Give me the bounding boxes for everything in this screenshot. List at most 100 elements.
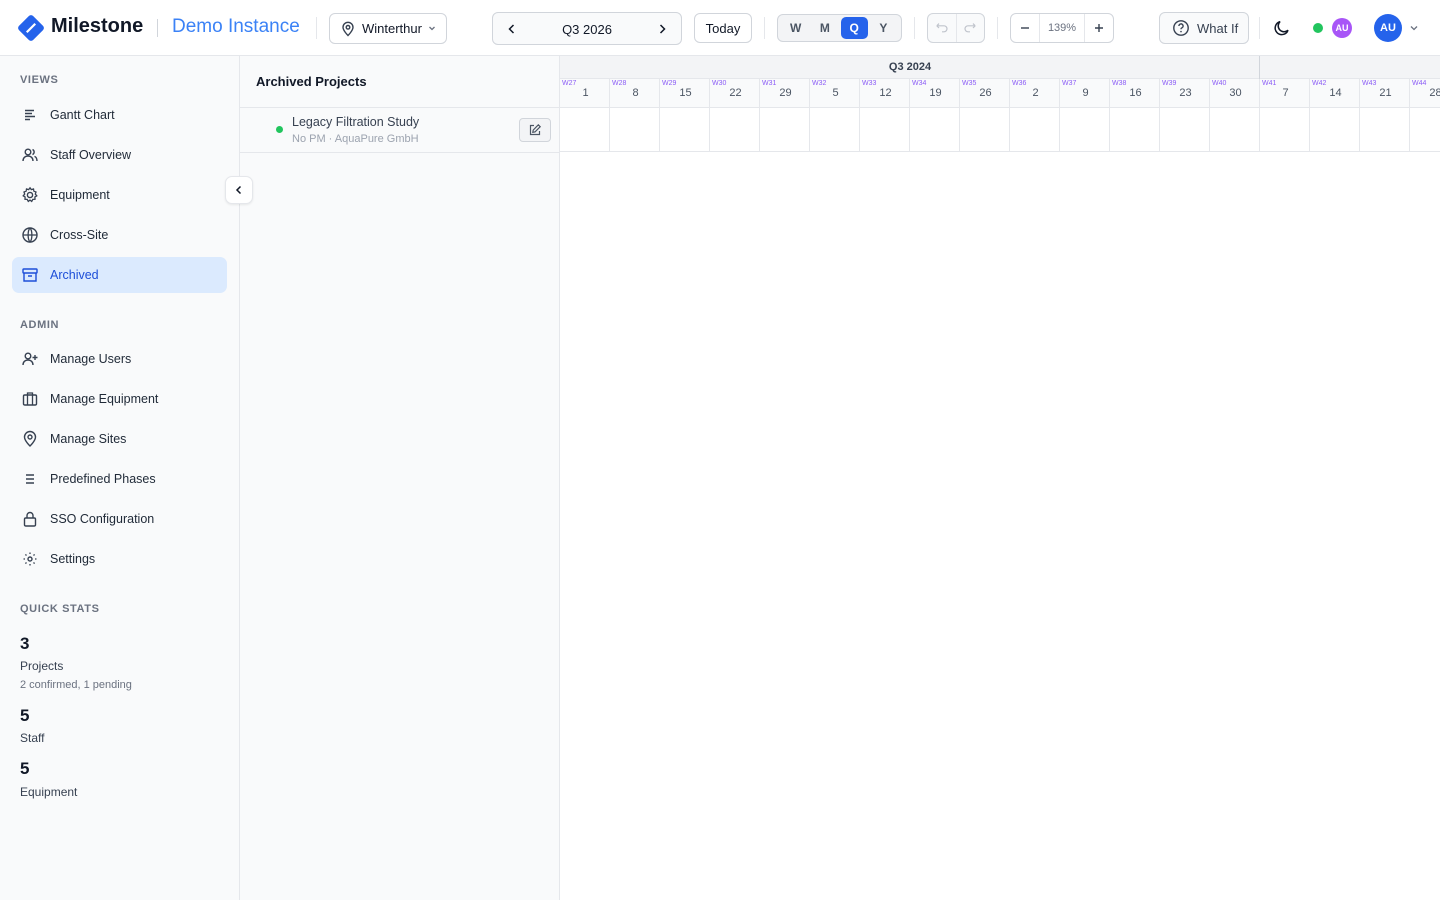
week-start-day: 19	[929, 87, 942, 99]
scale-month-button[interactable]: M	[811, 17, 838, 39]
user-avatar[interactable]: AU	[1374, 14, 1402, 42]
timeline-row	[560, 108, 1440, 152]
stat-equipment-value: 5	[20, 759, 30, 778]
sidebar-item-label: Staff Overview	[50, 148, 132, 162]
project-list-panel: Archived Projects Legacy Filtration Stud…	[240, 56, 560, 900]
toolbar-divider	[914, 17, 915, 39]
week-start-day: 2	[1032, 87, 1039, 99]
sidebar-item-label: Cross-Site	[50, 228, 109, 242]
what-if-button[interactable]: What If	[1159, 12, 1249, 44]
milestone-logo-icon	[18, 15, 44, 41]
sidebar-item-staff-overview[interactable]: Staff Overview	[12, 137, 227, 173]
timeline-cell[interactable]	[1410, 108, 1440, 152]
timeline-cell[interactable]	[1310, 108, 1360, 152]
sidebar-item-label: SSO Configuration	[50, 512, 155, 526]
week-start-day: 7	[1282, 87, 1289, 99]
map-pin-icon	[20, 429, 40, 449]
sidebar-item-archived[interactable]: Archived	[12, 257, 227, 293]
sidebar-item-label: Manage Users	[50, 352, 132, 366]
week-number: W36	[1012, 80, 1027, 87]
week-start-day: 1	[582, 87, 589, 99]
admin-section-title: ADMIN	[20, 319, 60, 331]
help-circle-icon	[1173, 20, 1189, 36]
scale-week-button[interactable]: W	[782, 17, 809, 39]
week-start-day: 9	[1082, 87, 1089, 99]
week-start-day: 30	[1229, 87, 1242, 99]
timeline-cell[interactable]	[610, 108, 660, 152]
scale-quarter-button[interactable]: Q	[840, 17, 868, 39]
timeline-cell[interactable]	[710, 108, 760, 152]
sidebar: VIEWS Gantt Chart Staff Overview Equipme…	[0, 56, 240, 900]
timeline-cell[interactable]	[1210, 108, 1260, 152]
period-navigator: Q3 2026	[492, 12, 682, 45]
timeline-cell[interactable]	[1110, 108, 1160, 152]
dark-mode-toggle-icon[interactable]	[1272, 18, 1292, 38]
brand-name: Milestone	[51, 15, 144, 37]
timeline-cell[interactable]	[760, 108, 810, 152]
redo-button[interactable]	[955, 14, 984, 42]
week-start-day: 22	[729, 87, 742, 99]
sidebar-item-gantt-chart[interactable]: Gantt Chart	[12, 97, 227, 133]
project-name: Legacy Filtration Study	[292, 115, 420, 129]
timeline-cell[interactable]	[1010, 108, 1060, 152]
timeline-cell[interactable]	[910, 108, 960, 152]
week-number: W32	[812, 80, 827, 87]
sidebar-item-predefined-phases[interactable]: Predefined Phases	[12, 461, 227, 497]
sidebar-item-cross-site[interactable]: Cross-Site	[12, 217, 227, 253]
scale-year-button[interactable]: Y	[870, 17, 897, 39]
sidebar-item-sso-configuration[interactable]: SSO Configuration	[12, 501, 227, 537]
timeline-cell[interactable]	[1260, 108, 1310, 152]
week-header: W27 1 W28 8 W29 15 W30 22 W31 29 W32 5 W33 12 W34 19 W35…	[560, 79, 1440, 108]
site-select[interactable]: Winterthur	[329, 13, 447, 44]
undo-button[interactable]	[928, 14, 956, 42]
user-menu-chevron-icon[interactable]	[1408, 22, 1420, 34]
timeline-cell[interactable]	[1160, 108, 1210, 152]
sidebar-item-manage-sites[interactable]: Manage Sites	[12, 421, 227, 457]
timeline-cell[interactable]	[860, 108, 910, 152]
next-period-button[interactable]	[655, 22, 669, 36]
brand-divider	[157, 19, 158, 37]
sidebar-item-label: Equipment	[50, 188, 110, 202]
online-status-indicator	[1313, 23, 1323, 33]
sidebar-item-label: Gantt Chart	[50, 108, 115, 122]
timeline-cell[interactable]	[810, 108, 860, 152]
timeline-cell[interactable]	[1060, 108, 1110, 152]
redo-icon	[964, 23, 977, 33]
today-button[interactable]: Today	[694, 13, 752, 43]
timeline-cell[interactable]	[960, 108, 1010, 152]
users-icon	[20, 145, 40, 165]
sidebar-item-equipment[interactable]: Equipment	[12, 177, 227, 213]
sidebar-item-settings[interactable]: Settings	[12, 541, 227, 577]
sidebar-item-label: Settings	[50, 552, 96, 566]
collapse-sidebar-button[interactable]	[225, 176, 253, 204]
week-number: W38	[1112, 80, 1127, 87]
zoom-out-button[interactable]	[1011, 14, 1039, 42]
week-column-header: W42 14	[1310, 79, 1360, 108]
sidebar-item-manage-users[interactable]: Manage Users	[12, 341, 227, 377]
timeline-cell[interactable]	[1360, 108, 1410, 152]
edit-project-button[interactable]	[519, 118, 551, 142]
views-section-title: VIEWS	[20, 74, 59, 86]
week-column-header: W41 7	[1260, 79, 1310, 108]
chevron-down-icon	[429, 26, 435, 31]
zoom-in-button[interactable]	[1085, 14, 1113, 42]
period-label: Q3 2026	[562, 22, 612, 37]
week-column-header: W40 30	[1210, 79, 1260, 108]
sidebar-item-manage-equipment[interactable]: Manage Equipment	[12, 381, 227, 417]
week-column-header: W36 2	[1010, 79, 1060, 108]
week-column-header: W35 26	[960, 79, 1010, 108]
timeline-cell[interactable]	[560, 108, 610, 152]
week-number: W34	[912, 80, 927, 87]
project-meta: No PM · AquaPure GmbH	[292, 133, 419, 145]
week-start-day: 28	[1429, 87, 1440, 99]
week-start-day: 8	[632, 87, 639, 99]
lock-icon	[20, 509, 40, 529]
project-row[interactable]: Legacy Filtration Study No PM · AquaPure…	[240, 108, 559, 153]
week-start-day: 23	[1179, 87, 1192, 99]
zoom-control: 139%	[1010, 13, 1114, 43]
undo-icon	[936, 23, 948, 33]
gantt-timeline: Q3 2024 W27 1 W28 8 W29 15 W30 22 W31 29 W32 5 W33 12…	[560, 56, 1440, 900]
timeline-cell[interactable]	[660, 108, 710, 152]
week-column-header: W29 15	[660, 79, 710, 108]
top-bar: Milestone Demo Instance Winterthur Q3 20…	[0, 0, 1440, 56]
